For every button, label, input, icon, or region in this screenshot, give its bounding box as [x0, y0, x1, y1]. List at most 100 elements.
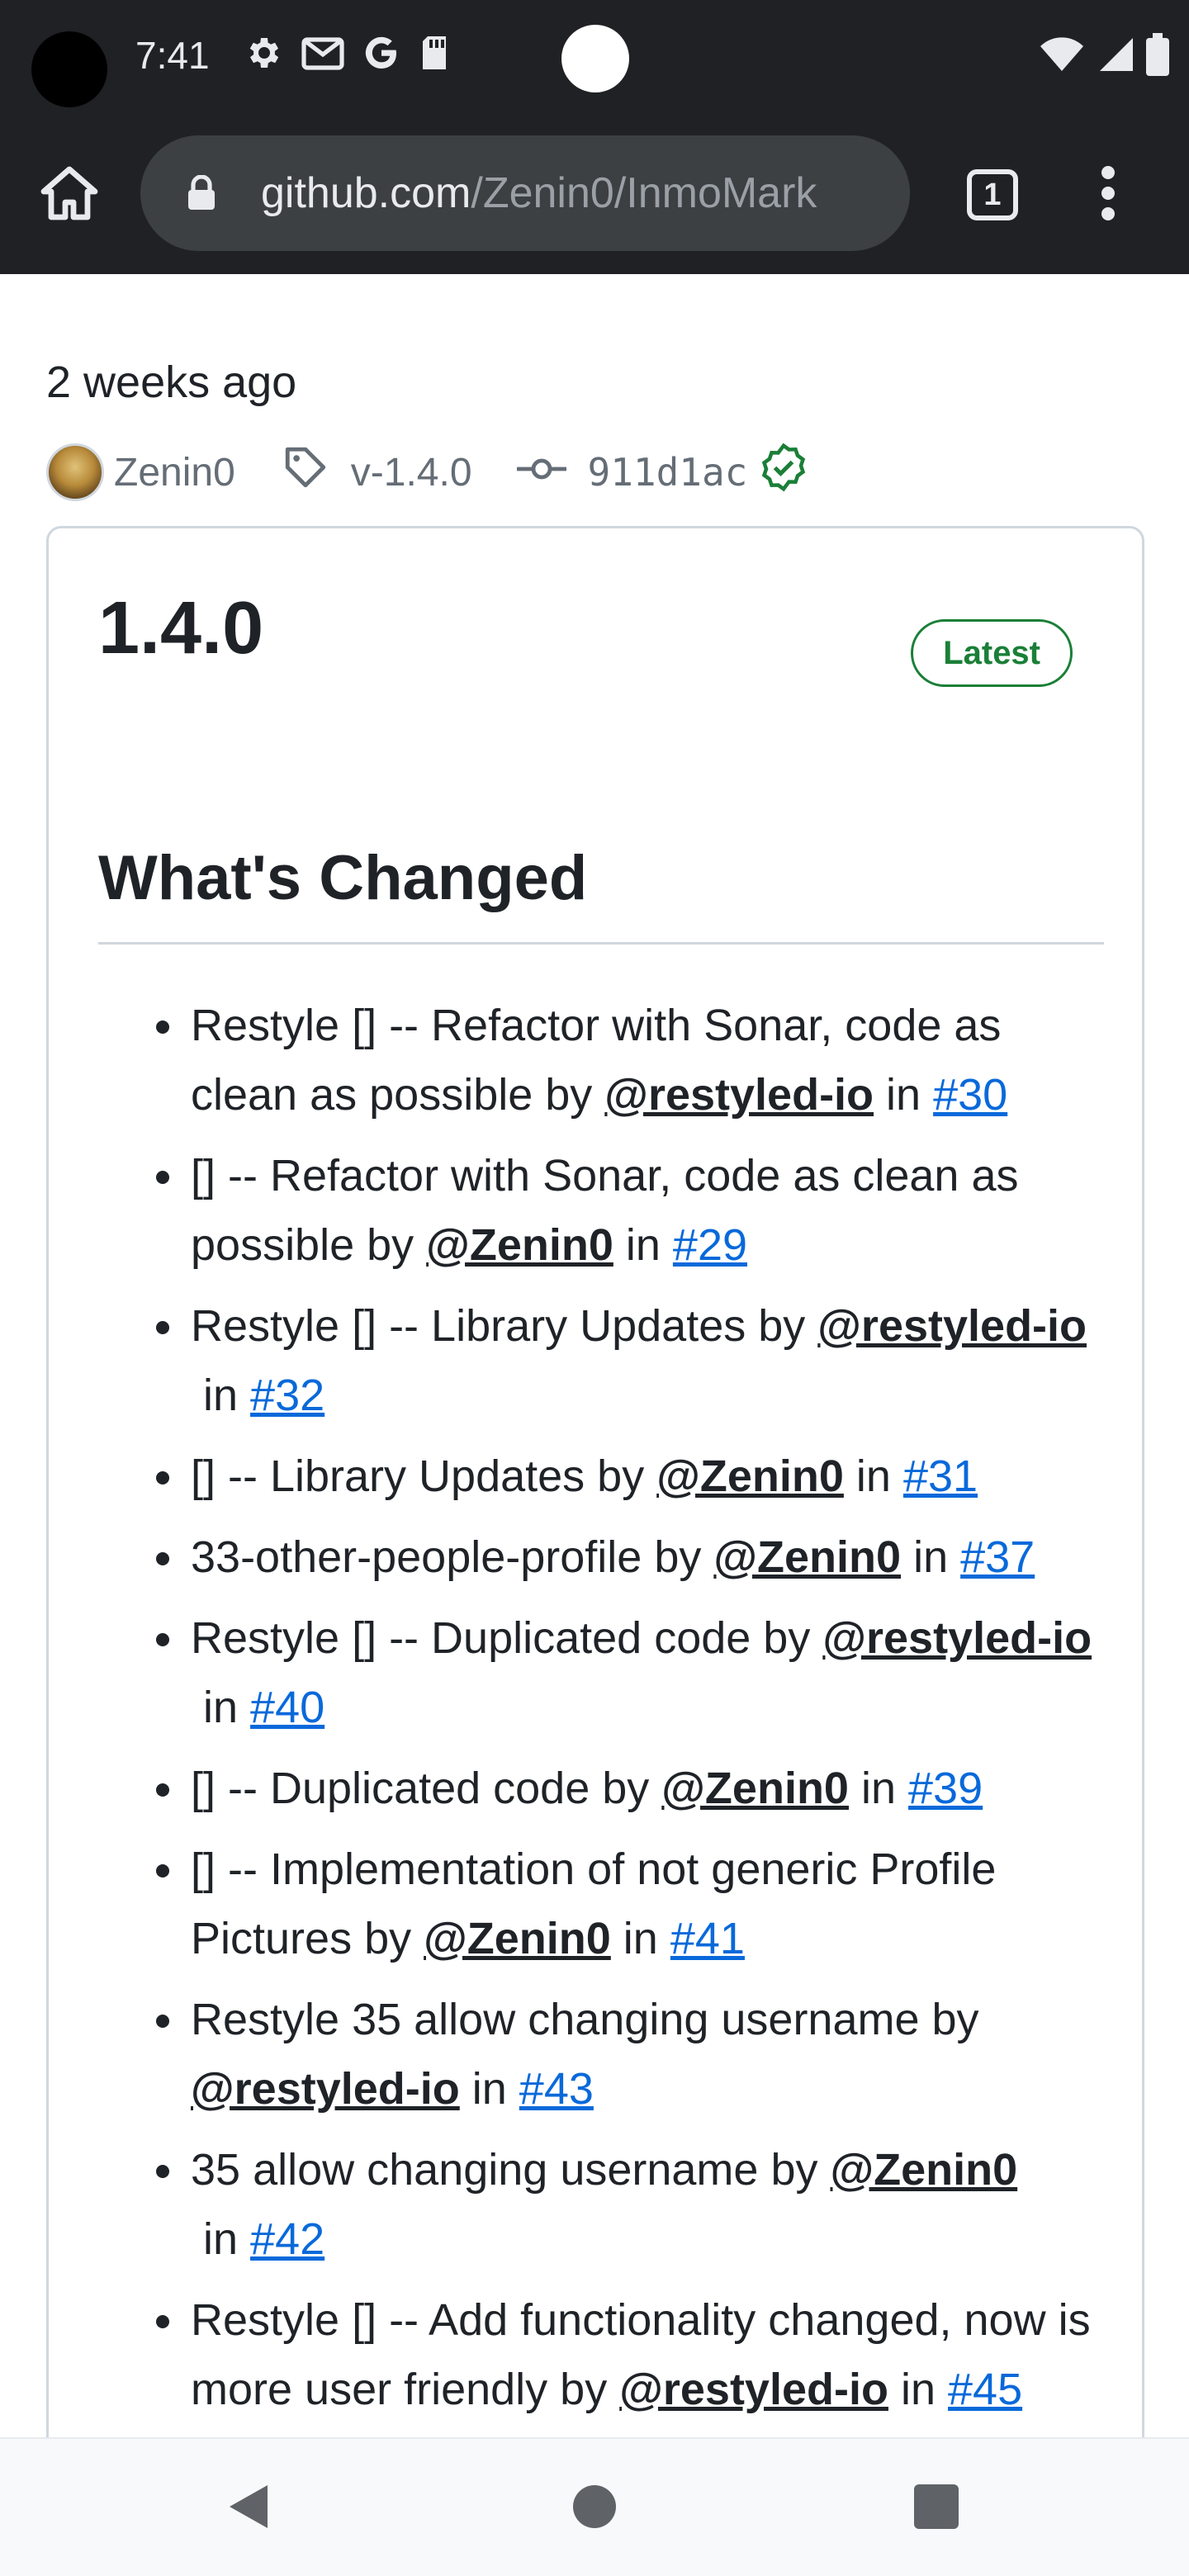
change-item: Restyle 35 allow changing username by @r…: [98, 1985, 1114, 2124]
change-item: [] -- Library Updates by @Zenin0 in #31: [98, 1442, 1114, 1511]
change-author-link[interactable]: @Zenin0: [424, 1914, 611, 1963]
change-item: 33-other-people-profile by @Zenin0 in #3…: [98, 1522, 1114, 1592]
pull-request-link[interactable]: #41: [670, 1914, 745, 1963]
change-in-text: in: [613, 1220, 673, 1270]
release-tag[interactable]: v-1.4.0: [351, 450, 472, 495]
pull-request-link[interactable]: #40: [250, 1683, 324, 1732]
bullet-icon: [156, 1864, 169, 1878]
avatar[interactable]: [46, 443, 104, 501]
change-author-link[interactable]: @Zenin0: [426, 1220, 613, 1270]
pull-request-link[interactable]: #42: [250, 2214, 324, 2264]
change-author-link[interactable]: @Zenin0: [656, 1451, 844, 1501]
recents-icon: [914, 2484, 959, 2533]
status-time: 7:41: [135, 34, 210, 77]
change-author-link[interactable]: @restyled-io: [822, 1613, 1092, 1663]
change-author-link[interactable]: @Zenin0: [830, 2145, 1017, 2195]
verified-icon[interactable]: [759, 443, 808, 502]
change-in-text: in: [459, 2064, 519, 2114]
change-in-text: in: [191, 1371, 251, 1420]
home-nav-button[interactable]: [558, 2472, 631, 2545]
url-path: /Zenin0/InmoMark: [471, 169, 817, 217]
change-text: 33-other-people-profile by: [191, 1532, 714, 1582]
tab-count: 1: [967, 169, 1018, 220]
pull-request-link[interactable]: #39: [908, 1764, 983, 1813]
pull-request-link[interactable]: #37: [960, 1532, 1035, 1582]
change-item: [] -- Implementation of not generic Prof…: [98, 1835, 1114, 1973]
release-card: 1.4.0 Latest What's Changed Restyle [] -…: [46, 526, 1144, 2437]
tag-icon: [282, 443, 329, 501]
change-item: [] -- Refactor with Sonar, code as clean…: [98, 1141, 1114, 1280]
battery-icon: [1146, 33, 1169, 80]
bullet-icon: [156, 1321, 169, 1334]
change-item: [] -- Duplicated code by @Zenin0 in #39: [98, 1754, 1114, 1823]
pull-request-link[interactable]: #45: [948, 2365, 1022, 2414]
change-text: Restyle [] -- Library Updates by: [191, 1301, 818, 1351]
back-icon: [225, 2482, 271, 2536]
change-in-text: in: [848, 1764, 909, 1813]
system-nav-bar: [0, 2437, 1189, 2576]
change-author-link[interactable]: @Zenin0: [661, 1764, 849, 1813]
bullet-icon: [156, 2165, 169, 2178]
change-item: Restyle [] -- Library Updates by @restyl…: [98, 1291, 1114, 1430]
browser-toolbar: github.com/Zenin0/InmoMark 1: [0, 132, 1189, 256]
bullet-icon: [156, 1171, 169, 1184]
more-vert-icon: [1100, 165, 1116, 225]
change-in-text: in: [191, 2214, 251, 2264]
change-item: Restyle [] -- Add functionality changed,…: [98, 2285, 1114, 2424]
release-date: 2 weeks ago: [46, 358, 297, 407]
bullet-icon: [156, 1020, 169, 1034]
url-host: github.com: [261, 169, 471, 217]
front-camera-dot: [561, 25, 629, 92]
pull-request-link[interactable]: #32: [250, 1371, 324, 1420]
release-commit[interactable]: 911d1ac: [588, 450, 748, 495]
gear-icon: [244, 33, 284, 73]
bullet-icon: [156, 1783, 169, 1797]
change-in-text: in: [191, 1683, 251, 1732]
change-text: 35 allow changing username by: [191, 2145, 831, 2195]
signal-icon: [1097, 35, 1135, 78]
changes-list: Restyle [] -- Refactor with Sonar, code …: [98, 991, 1114, 2436]
tab-switcher-button[interactable]: 1: [959, 162, 1026, 228]
gmail-icon: [301, 33, 345, 73]
pull-request-link[interactable]: #29: [673, 1220, 747, 1270]
page-content: 2 weeks ago Zenin0 v-1.4.0 911d1ac 1.4.0…: [0, 274, 1189, 2437]
sd-card-icon: [418, 33, 451, 73]
change-author-link[interactable]: @restyled-io: [817, 1301, 1087, 1351]
camera-cutout: [31, 31, 107, 107]
change-author-link[interactable]: @restyled-io: [604, 1070, 874, 1120]
change-text: Restyle 35 allow changing username by: [191, 1995, 979, 2044]
release-meta: Zenin0 v-1.4.0 911d1ac: [46, 439, 808, 505]
change-item: 35 allow changing username by @Zenin0 in…: [98, 2135, 1114, 2274]
pull-request-link[interactable]: #30: [933, 1070, 1007, 1120]
home-button[interactable]: [36, 162, 102, 228]
release-author[interactable]: Zenin0: [114, 450, 235, 495]
wifi-icon: [1039, 35, 1085, 78]
recents-button[interactable]: [900, 2472, 973, 2545]
home-circle-icon: [572, 2484, 617, 2533]
release-title[interactable]: 1.4.0: [98, 586, 263, 671]
change-author-link[interactable]: @restyled-io: [191, 2064, 460, 2114]
change-in-text: in: [874, 1070, 934, 1120]
change-text: [] -- Duplicated code by: [191, 1764, 662, 1813]
notification-icons: [244, 33, 451, 73]
overflow-menu-button[interactable]: [1075, 162, 1141, 228]
change-item: Restyle [] -- Duplicated code by @restyl…: [98, 1603, 1114, 1742]
bullet-icon: [156, 1471, 169, 1485]
change-item: Restyle [] -- Refactor with Sonar, code …: [98, 991, 1114, 1129]
browser-chrome: 7:41 github.com/Zenin0/InmoMark 1: [0, 0, 1189, 274]
bullet-icon: [156, 2315, 169, 2328]
url-text: github.com/Zenin0/InmoMark: [261, 168, 817, 218]
change-author-link[interactable]: @Zenin0: [713, 1532, 901, 1582]
pull-request-link[interactable]: #31: [903, 1451, 978, 1501]
pull-request-link[interactable]: #43: [519, 2064, 594, 2114]
address-bar[interactable]: github.com/Zenin0/InmoMark: [140, 135, 910, 251]
back-button[interactable]: [211, 2472, 284, 2545]
section-heading: What's Changed: [98, 842, 1104, 945]
change-author-link[interactable]: @restyled-io: [619, 2365, 888, 2414]
bullet-icon: [156, 2015, 169, 2028]
commit-icon: [516, 450, 566, 495]
latest-badge: Latest: [911, 619, 1073, 687]
change-in-text: in: [888, 2365, 948, 2414]
bullet-icon: [156, 1552, 169, 1565]
url-fade: [860, 135, 910, 251]
